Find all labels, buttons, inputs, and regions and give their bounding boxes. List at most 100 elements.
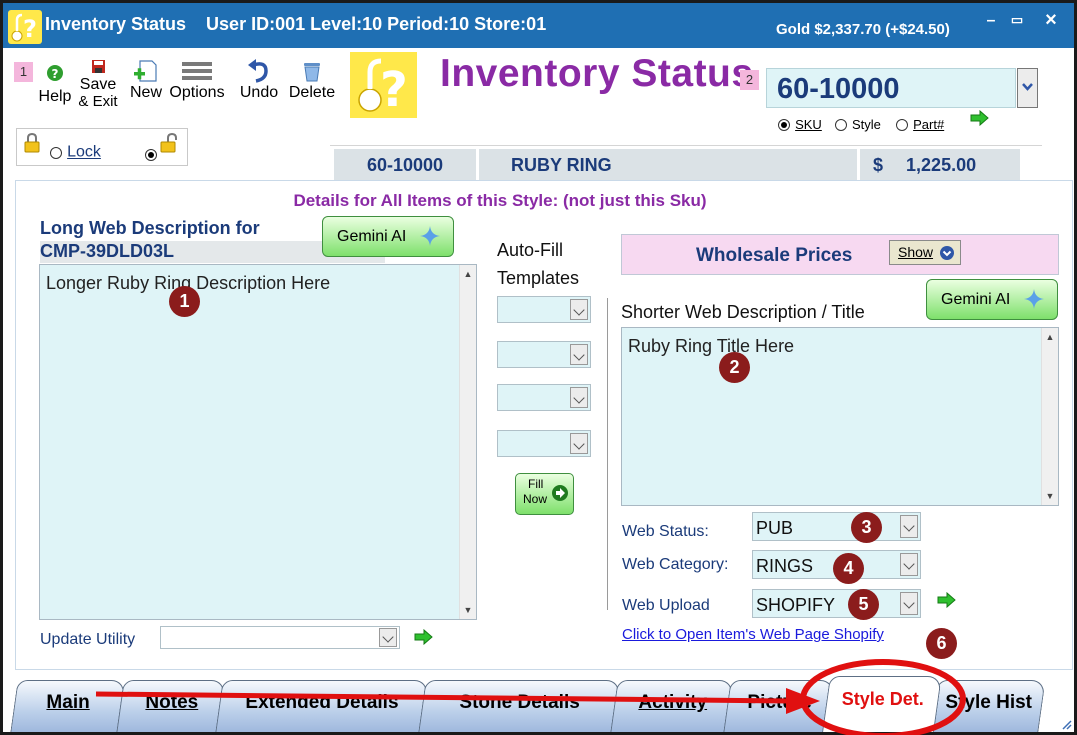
web-status-label: Web Status: — [622, 523, 709, 540]
update-utility-select[interactable] — [160, 626, 400, 649]
help-button[interactable]: ? Help — [35, 64, 75, 105]
autofill-label-line1: Auto-Fill — [497, 240, 564, 260]
template-dropdown-2-button[interactable] — [570, 344, 588, 365]
fill-now-label-line1: Fill — [528, 477, 544, 491]
open-web-page-link[interactable]: Click to Open Item's Web Page Shopify — [622, 626, 884, 643]
annotation-badge-5: 5 — [848, 589, 879, 620]
save-exit-button[interactable]: Save & Exit — [77, 59, 119, 110]
svg-text:?: ? — [52, 67, 59, 81]
radio-part-label: Part# — [913, 117, 945, 132]
autofill-templates-label: Auto-Fill Templates — [497, 236, 579, 292]
tab-notes[interactable]: Notes — [116, 680, 226, 732]
details-heading: Details for All Items of this Style: (no… — [293, 191, 707, 210]
template-dropdown-1[interactable] — [497, 296, 591, 323]
lock-label: Lock — [67, 143, 101, 161]
undo-button[interactable]: Undo — [236, 59, 282, 101]
fill-now-button[interactable]: Fill Now — [515, 473, 574, 515]
autofill-label-line2: Templates — [497, 268, 580, 288]
template-dropdown-4[interactable] — [497, 430, 591, 457]
tab-stone-details-label: Stone Details — [459, 692, 581, 713]
new-button[interactable]: New — [126, 59, 166, 101]
scroll-up-icon[interactable]: ▲ — [463, 269, 473, 279]
item-name: RUBY RING — [479, 149, 857, 181]
annotation-badge-4: 4 — [833, 553, 864, 584]
web-upload-dropdown-button[interactable] — [900, 592, 918, 615]
tab-activity-label: Activity — [638, 692, 707, 713]
svg-text:?: ? — [23, 15, 37, 43]
lock-option[interactable]: Lock — [50, 142, 101, 162]
web-status-dropdown-button[interactable] — [900, 515, 918, 538]
gemini-ai-long-button[interactable]: Gemini AI — [322, 216, 454, 257]
tab-picture[interactable]: Picture — [723, 680, 835, 732]
chevron-down-icon — [573, 392, 585, 404]
short-description-label: Shorter Web Description / Title — [621, 302, 865, 322]
arrow-circle-icon — [552, 485, 568, 501]
scroll-down-icon[interactable]: ▼ — [1045, 491, 1055, 501]
unlock-icon — [160, 133, 177, 153]
annotation-badge-2: 2 — [719, 352, 750, 383]
app-logo-icon: ? — [8, 10, 42, 44]
radio-part[interactable] — [896, 118, 909, 131]
tab-activity[interactable]: Activity — [610, 680, 734, 732]
chevron-down-icon — [573, 304, 585, 316]
chevron-down-icon — [573, 349, 585, 361]
gold-price: Gold $2,337.70 (+$24.50) — [776, 21, 950, 38]
long-description-textarea[interactable]: Longer Ruby Ring Description Here ▲ ▼ — [39, 264, 477, 620]
long-description-scrollbar[interactable]: ▲ ▼ — [459, 265, 476, 619]
tab-style-hist[interactable]: Style Hist — [930, 680, 1046, 732]
web-category-label: Web Category: — [622, 556, 729, 573]
help-label: Help — [38, 88, 72, 105]
show-wholesale-button[interactable]: Show — [889, 240, 961, 265]
undo-label: Undo — [239, 84, 279, 101]
save-icon — [91, 60, 105, 73]
radio-style[interactable] — [834, 118, 847, 131]
sku-dropdown-button[interactable] — [1017, 68, 1038, 108]
minimize-button[interactable]: – — [981, 12, 1001, 30]
help-icon: ? — [47, 65, 63, 81]
update-utility-dropdown-button[interactable] — [379, 628, 397, 647]
web-status-value: PUB — [756, 518, 794, 538]
update-go-arrow-icon[interactable] — [414, 629, 434, 645]
web-upload-select[interactable]: SHOPIFY — [752, 589, 921, 618]
item-price: 1,225.00 — [906, 155, 977, 175]
resize-grip-icon[interactable] — [1061, 719, 1073, 731]
template-dropdown-3-button[interactable] — [570, 387, 588, 408]
template-dropdown-3[interactable] — [497, 384, 591, 411]
gemini-ai-short-button[interactable]: Gemini AI — [926, 279, 1058, 320]
upload-go-arrow-icon[interactable] — [937, 592, 957, 608]
sku-search-input[interactable]: 60-10000 — [766, 68, 1016, 108]
close-button[interactable]: × — [1041, 9, 1061, 32]
tab-style-det[interactable]: Style Det. — [822, 676, 942, 732]
chevron-down-circle-icon — [940, 246, 954, 260]
tab-notes-label: Notes — [145, 692, 198, 713]
marker-1: 1 — [14, 62, 33, 82]
tab-main[interactable]: Main — [10, 680, 126, 732]
template-dropdown-1-button[interactable] — [570, 299, 588, 320]
tab-extended-details[interactable]: Extended Details — [215, 680, 429, 732]
scroll-down-icon[interactable]: ▼ — [463, 605, 473, 615]
template-dropdown-4-button[interactable] — [570, 433, 588, 454]
gemini-ai-short-label: Gemini AI — [941, 291, 1011, 308]
options-button[interactable]: Options — [166, 59, 228, 101]
maximize-button[interactable]: ▭ — [1007, 12, 1027, 28]
currency-symbol: $ — [873, 155, 884, 175]
tab-picture-label: Picture — [747, 692, 812, 713]
radio-lock[interactable] — [50, 146, 62, 159]
web-status-select[interactable]: PUB — [752, 512, 921, 541]
tab-stone-details[interactable]: Stone Details — [418, 680, 621, 732]
tab-style-hist-label: Style Hist — [945, 692, 1032, 713]
radio-sku[interactable] — [778, 118, 790, 131]
radio-unlock[interactable] — [145, 148, 157, 161]
template-dropdown-2[interactable] — [497, 341, 591, 368]
delete-label: Delete — [288, 84, 336, 101]
delete-button[interactable]: Delete — [286, 59, 338, 101]
undo-icon — [248, 59, 268, 83]
scroll-up-icon[interactable]: ▲ — [1045, 332, 1055, 342]
annotation-badge-3: 3 — [851, 512, 882, 543]
short-description-scrollbar[interactable]: ▲ ▼ — [1041, 328, 1058, 505]
web-category-value: RINGS — [756, 556, 814, 576]
short-description-textarea[interactable]: Ruby Ring Title Here ▲ ▼ — [621, 327, 1059, 506]
svg-text:?: ? — [380, 62, 408, 118]
web-category-dropdown-button[interactable] — [900, 553, 918, 576]
go-arrow-icon[interactable] — [970, 110, 990, 126]
